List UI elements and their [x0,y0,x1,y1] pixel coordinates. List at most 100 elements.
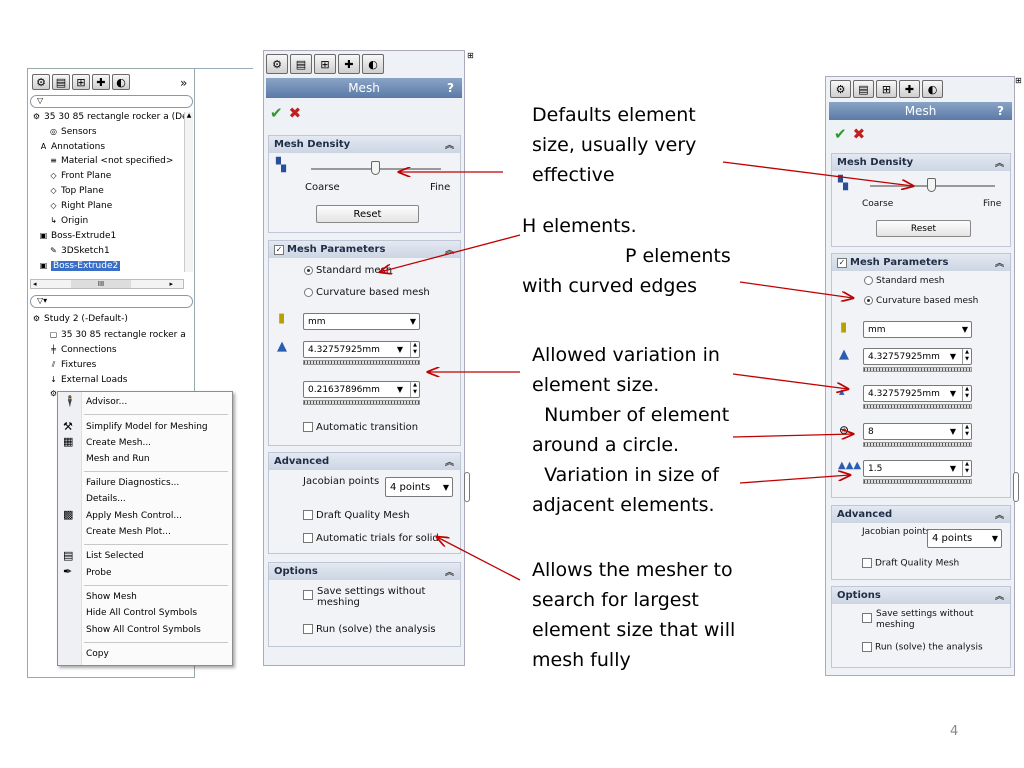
collapse-icon[interactable]: ︽ [995,156,1004,169]
spinner-arrows[interactable]: ▲ ▼ [410,382,419,397]
checkbox[interactable] [862,642,872,652]
scroll-left-icon[interactable]: ◂ [33,280,37,288]
growth-ratio-thumbwheel[interactable] [863,479,972,484]
collapse-icon[interactable]: ︽ [445,565,454,578]
draft-quality-checkbox[interactable]: Draft Quality Mesh [303,510,410,521]
checkbox[interactable] [303,624,313,634]
right-panel-expand-icon[interactable]: ⊞ [1015,76,1022,85]
run-analysis-checkbox[interactable]: Run (solve) the analysis [862,642,983,653]
menu-item-copy[interactable]: Copy [86,649,109,659]
jacobian-select[interactable]: 4 points ▼ [385,477,453,497]
help-button[interactable]: ? [447,81,454,95]
element-size-input[interactable]: 4.32757925mm ▼ ▲ ▼ [303,341,420,358]
min-size-thumbwheel[interactable] [863,404,972,409]
options-header[interactable]: Options ︽ [832,587,1010,604]
chevron-down-icon[interactable]: ▼ [992,534,998,543]
study-item-part[interactable]: ▢ 35 30 85 rectangle rocker a [48,330,186,340]
tree-item-front-plane[interactable]: ◇ Front Plane [48,171,111,181]
dimxpert-tab[interactable]: ✚ [92,74,110,90]
collapse-icon[interactable]: ︽ [445,138,454,151]
study-item-external-loads[interactable]: ↓ External Loads [48,375,127,385]
spinner-arrows[interactable]: ▲ ▼ [962,424,971,439]
reset-button[interactable]: Reset [316,205,419,223]
tree-more-chevron[interactable]: » [180,76,187,90]
tree-horizontal-scrollbar[interactable]: ◂ III ▸ [30,279,184,289]
display-manager-tab[interactable]: ◐ [362,54,384,74]
chevron-down-icon[interactable]: ▼ [397,345,403,354]
chevron-down-icon[interactable]: ▼ [397,385,403,394]
mesh-density-slider-thumb[interactable] [371,161,380,175]
ok-check-icon[interactable]: ✔ [834,125,847,143]
display-manager-tab[interactable]: ◐ [112,74,130,90]
scroll-right-icon[interactable]: ▸ [169,280,173,288]
study-item-connections[interactable]: ╪ Connections [48,345,117,355]
dimxpert-tab[interactable]: ✚ [338,54,360,74]
study-item-fixtures[interactable]: ⫽ Fixtures [48,360,97,370]
circle-elements-thumbwheel[interactable] [863,442,972,447]
tree-vertical-scrollbar[interactable]: ▲ [184,112,193,272]
draft-quality-checkbox[interactable]: Draft Quality Mesh [862,558,959,569]
checkbox[interactable] [303,422,313,432]
tree-filter-box[interactable]: ▽ [30,95,193,108]
chevron-down-icon[interactable]: ▼ [410,317,416,326]
automatic-trials-checkbox[interactable]: Automatic trials for solid [303,533,439,544]
menu-item-failure-diagnostics[interactable]: Failure Diagnostics... [86,478,179,488]
mesh-parameters-header[interactable]: ✓ Mesh Parameters ︽ [269,241,460,258]
tree-item-origin[interactable]: ↳ Origin [48,216,88,226]
checkbox[interactable] [303,533,313,543]
collapse-icon[interactable]: ︽ [445,455,454,468]
spinner-arrows[interactable]: ▲ ▼ [962,386,971,401]
options-header[interactable]: Options ︽ [269,563,460,580]
chevron-down-icon[interactable]: ▼ [950,389,956,398]
unit-select[interactable]: mm ▼ [303,313,420,330]
tree-item-material[interactable]: ≡ Material <not specified> [48,156,173,166]
menu-item-show-mesh[interactable]: Show Mesh [86,592,137,602]
checkbox[interactable] [862,613,872,623]
tree-item-annotations[interactable]: A Annotations [38,142,105,152]
cancel-x-icon[interactable]: ✖ [289,104,302,122]
chevron-down-icon[interactable]: ▼ [950,464,956,473]
chevron-down-icon[interactable]: ▼ [962,325,968,334]
radio-selected[interactable] [304,265,313,275]
spinner-arrows[interactable]: ▲ ▼ [962,461,971,476]
panel-expand-icon[interactable]: ⊞ [467,51,474,60]
standard-mesh-radio[interactable]: Standard mesh [304,265,392,276]
collapse-icon[interactable]: ︽ [995,589,1004,602]
tree-item-part[interactable]: ⚙ 35 30 85 rectangle rocker a (De [31,112,188,122]
menu-item-create-mesh[interactable]: Create Mesh... [86,438,151,448]
menu-item-list-selected[interactable]: List Selected [86,551,144,561]
mesh-parameters-checkbox[interactable]: ✓ [837,257,847,268]
menu-item-simplify-model[interactable]: Simplify Model for Meshing [86,422,208,432]
spinner-arrows[interactable]: ▲ ▼ [410,342,419,357]
standard-mesh-radio[interactable]: Standard mesh [864,276,945,286]
curvature-mesh-radio[interactable]: Curvature based mesh [864,296,978,306]
min-element-size-input[interactable]: 4.32757925mm ▼ ▲ ▼ [863,385,972,402]
chevron-down-icon[interactable]: ▼ [950,352,956,361]
collapse-icon[interactable]: ︽ [995,256,1004,269]
chevron-down-icon[interactable]: ▼ [443,483,449,492]
growth-ratio-input[interactable]: 1.5 ▼ ▲ ▼ [863,460,972,477]
radio-selected[interactable] [864,296,873,305]
help-button[interactable]: ? [997,104,1004,118]
display-manager-tab[interactable]: ◐ [922,80,943,98]
property-manager-tab[interactable]: ▤ [290,54,312,74]
tree-item-boss-extrude1[interactable]: ▣ Boss-Extrude1 [38,231,117,241]
menu-item-details[interactable]: Details... [86,494,126,504]
element-size-thumbwheel[interactable] [303,360,420,365]
configuration-manager-tab[interactable]: ⊞ [72,74,90,90]
mesh-density-header[interactable]: Mesh Density ︽ [832,154,1010,171]
right-panel-resize-handle[interactable] [1013,472,1019,502]
mesh-density-header[interactable]: Mesh Density ︽ [269,136,460,153]
tolerance-thumbwheel[interactable] [303,400,420,405]
panel-resize-handle[interactable] [464,472,470,502]
radio-unselected[interactable] [864,276,873,285]
study-item-study[interactable]: ⚙ Study 2 (-Default-) [31,314,128,324]
automatic-transition-checkbox[interactable]: Automatic transition [303,422,418,433]
tree-item-sensors[interactable]: ◎ Sensors [48,127,97,137]
radio-unselected[interactable] [304,287,313,297]
menu-item-apply-mesh-control[interactable]: Apply Mesh Control... [86,511,182,521]
property-manager-tab[interactable]: ▤ [52,74,70,90]
feature-manager-tab[interactable]: ⚙ [32,74,50,90]
dimxpert-tab[interactable]: ✚ [899,80,920,98]
scroll-thumb[interactable]: III [71,280,131,288]
